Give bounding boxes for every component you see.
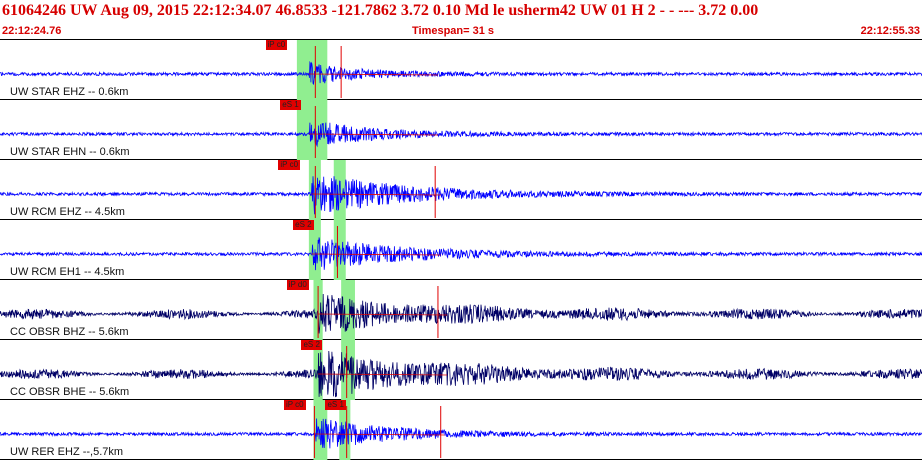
station-label: CC OBSR BHE -- 5.6km [10,386,130,398]
trace-plot [0,220,922,280]
phase-pick-label[interactable]: eS 1 [280,100,301,110]
trace-row[interactable]: eS 1 UW STAR EHN -- 0.6km [0,100,922,160]
phase-pick-label[interactable]: iP c0 [278,160,301,170]
phase-pick-label[interactable]: iP c0 [283,400,306,410]
trace-row[interactable]: eS 2 UW RCM EH1 -- 4.5km [0,220,922,280]
phase-pick-label[interactable]: eS 1 [325,400,346,410]
event-header: 61064246 UW Aug 09, 2015 22:12:34.07 46.… [0,0,922,40]
station-label: UW RCM EHZ -- 4.5km [10,206,125,218]
trace-plot [0,100,922,160]
analysis-window [296,100,328,160]
timespan: Timespan= 31 s [412,25,495,37]
trace-row[interactable]: iP d0 CC OBSR BHZ -- 5.6km [0,280,922,340]
station-label: UW STAR EHN -- 0.6km [10,146,130,158]
seismogram-panel[interactable]: iP c0 UW STAR EHZ -- 0.6km eS 1 UW STAR EHN… [0,40,922,460]
trace-plot [0,160,922,220]
phase-pick-label[interactable]: eS 2 [293,220,314,230]
start-time: 22:12:24.76 [2,25,62,37]
waveform [0,60,922,86]
waveform [0,418,922,449]
phase-pick-label[interactable]: iP d0 [286,280,309,290]
phase-pick-label[interactable]: iP c0 [265,40,288,50]
station-label: UW RCM EH1 -- 4.5km [10,266,125,278]
waveform [0,237,922,271]
station-label: UW RER EHZ --,5.7km [10,446,124,458]
end-time: 22:12:55.33 [860,25,920,37]
trace-row[interactable]: iP c0 eS 1 UW RER EHZ --,5.7km [0,400,922,460]
waveform [0,350,922,398]
analysis-window [296,40,328,100]
trace-plot [0,400,922,460]
waveform [0,176,922,215]
trace-row[interactable]: iP c0 UW STAR EHZ -- 0.6km [0,40,922,100]
waveform [0,122,922,148]
waveform [0,293,922,334]
trace-plot [0,40,922,100]
phase-pick-label[interactable]: eS 2 [301,340,322,350]
trace-row[interactable]: eS 2 CC OBSR BHE -- 5.6km [0,340,922,400]
trace-row[interactable]: iP c0 UW RCM EHZ -- 4.5km [0,160,922,220]
event-summary: 61064246 UW Aug 09, 2015 22:12:34.07 46.… [2,2,759,19]
trace-plot [0,280,922,340]
station-label: CC OBSR BHZ -- 5.6km [10,326,129,338]
station-label: UW STAR EHZ -- 0.6km [10,86,129,98]
trace-plot [0,340,922,400]
